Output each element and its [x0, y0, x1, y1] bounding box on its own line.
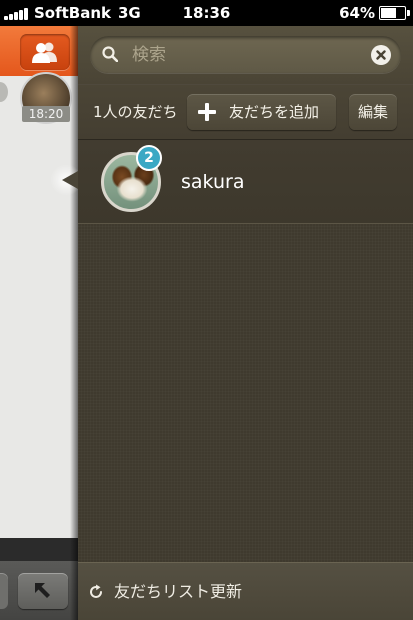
- chat-bottom-bar: [0, 561, 78, 620]
- panel-shadow: [70, 26, 78, 620]
- friend-list-empty-area: [78, 224, 413, 562]
- clear-search-button[interactable]: [371, 45, 391, 65]
- battery-level: [381, 8, 396, 18]
- notification-badge: 2: [136, 145, 162, 171]
- refresh-icon: [90, 584, 102, 598]
- refresh-friends-button[interactable]: 友だちリスト更新: [78, 562, 413, 620]
- friends-tab-button[interactable]: [20, 34, 70, 70]
- app-screen: SoftBank 3G 18:36 64% 18:20 検索 1人の友だち 友だ…: [0, 0, 413, 620]
- add-friend-button[interactable]: 友だちを追加: [187, 94, 336, 130]
- friend-name: sakura: [181, 171, 245, 193]
- plus-icon: [198, 103, 216, 121]
- edit-button[interactable]: 編集: [349, 94, 397, 130]
- chat-list-pane: 18:20: [0, 26, 78, 620]
- friends-toolbar: 1人の友だち 友だちを追加 編集: [78, 84, 413, 140]
- battery-percent: 64%: [339, 4, 375, 22]
- selection-pointer: [62, 171, 78, 189]
- search-field[interactable]: [90, 36, 401, 73]
- close-icon: [376, 50, 386, 60]
- compose-button[interactable]: [18, 573, 68, 609]
- refresh-label: 友だちリスト更新: [114, 582, 243, 601]
- search-icon: [102, 46, 118, 62]
- arrow-up-left-icon: [35, 583, 50, 598]
- chat-header: [0, 26, 78, 76]
- search-input[interactable]: [130, 42, 364, 68]
- search-bar: [78, 26, 413, 84]
- add-friend-label: 友だちを追加: [229, 103, 320, 121]
- chat-timestamp: 18:20: [22, 106, 70, 122]
- friend-list-item[interactable]: 2 sakura: [78, 140, 413, 224]
- bottom-button[interactable]: [0, 573, 8, 609]
- status-bar: SoftBank 3G 18:36 64%: [0, 0, 413, 26]
- people-icon: [32, 42, 57, 63]
- chat-avatar-partial: [0, 82, 8, 102]
- friends-panel: 1人の友だち 友だちを追加 編集 2 sakura 友だちリスト更新: [78, 26, 413, 620]
- battery-icon: [379, 6, 410, 20]
- friend-count: 1人の友だち: [93, 103, 178, 121]
- divider: [0, 538, 78, 561]
